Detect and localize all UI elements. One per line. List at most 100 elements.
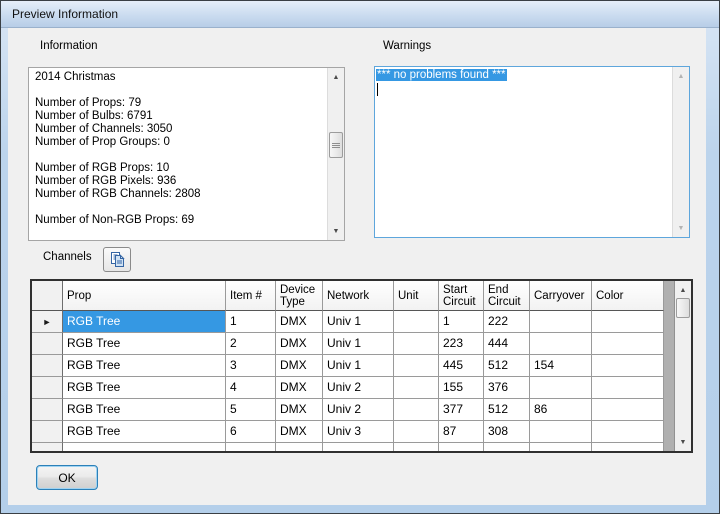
title-bar[interactable]: Preview Information xyxy=(1,1,719,28)
grid-cell[interactable] xyxy=(592,377,664,399)
grid-cell[interactable]: 512 xyxy=(484,355,530,377)
table-row xyxy=(32,443,664,453)
grid-cell[interactable]: 1 xyxy=(226,311,276,333)
grid-cell[interactable]: Univ 2 xyxy=(323,377,394,399)
grid-cell[interactable]: 1 xyxy=(439,311,484,333)
column-header[interactable]: Network xyxy=(323,281,394,311)
corner-header-cell[interactable] xyxy=(32,281,63,311)
information-scrollbar[interactable]: ▲ ▼ xyxy=(327,68,344,240)
grid-cell[interactable] xyxy=(592,443,664,453)
grid-cell[interactable]: 6 xyxy=(226,421,276,443)
grid-cell[interactable]: DMX xyxy=(276,399,323,421)
grid-cell[interactable] xyxy=(394,399,439,421)
grid-cell[interactable] xyxy=(394,421,439,443)
column-header[interactable]: Start Circuit xyxy=(439,281,484,311)
column-header[interactable]: Carryover xyxy=(530,281,592,311)
grid-cell[interactable]: RGB Tree xyxy=(63,311,226,333)
grid-cell[interactable] xyxy=(63,443,226,453)
grid-cell[interactable] xyxy=(484,443,530,453)
grid-cell[interactable]: Univ 1 xyxy=(323,311,394,333)
grid-cell[interactable] xyxy=(592,311,664,333)
grid-cell[interactable]: 308 xyxy=(484,421,530,443)
grid-cell[interactable] xyxy=(394,443,439,453)
grid-cell[interactable] xyxy=(394,355,439,377)
row-selector[interactable] xyxy=(32,355,63,377)
grid-cell[interactable]: RGB Tree xyxy=(63,377,226,399)
grid-cell[interactable]: Univ 1 xyxy=(323,355,394,377)
column-header[interactable]: Prop xyxy=(63,281,226,311)
column-header[interactable]: Unit xyxy=(394,281,439,311)
grid-cell[interactable]: 512 xyxy=(484,399,530,421)
warnings-scrollbar[interactable]: ▲ ▼ xyxy=(672,67,689,237)
grid-cell[interactable]: 223 xyxy=(439,333,484,355)
grid-cell[interactable]: 376 xyxy=(484,377,530,399)
grid-cell[interactable] xyxy=(530,443,592,453)
grid-cell[interactable]: 377 xyxy=(439,399,484,421)
scrollbar-thumb[interactable] xyxy=(676,298,690,318)
grid-cell[interactable] xyxy=(530,421,592,443)
grid-cell[interactable] xyxy=(592,355,664,377)
grid-cell[interactable]: DMX xyxy=(276,355,323,377)
column-header[interactable]: Device Type xyxy=(276,281,323,311)
grid-cell[interactable]: 222 xyxy=(484,311,530,333)
row-selector[interactable] xyxy=(32,399,63,421)
row-selector[interactable] xyxy=(32,377,63,399)
scroll-down-button[interactable]: ▼ xyxy=(328,223,344,239)
column-header[interactable]: Item # xyxy=(226,281,276,311)
warnings-textbox[interactable]: *** no problems found *** ▲ ▼ xyxy=(374,66,690,238)
scrollbar-thumb[interactable] xyxy=(329,132,343,158)
grid-cell[interactable]: 2 xyxy=(226,333,276,355)
grid-cell[interactable]: RGB Tree xyxy=(63,355,226,377)
text-caret xyxy=(377,83,378,96)
ok-button[interactable]: OK xyxy=(36,465,98,490)
grid-cell[interactable] xyxy=(530,377,592,399)
scroll-up-button[interactable]: ▲ xyxy=(328,69,344,85)
grid-cell[interactable] xyxy=(592,421,664,443)
grid-cell[interactable] xyxy=(226,443,276,453)
channels-grid[interactable]: PropItem #Device TypeNetworkUnitStart Ci… xyxy=(30,279,693,453)
grid-cell[interactable]: DMX xyxy=(276,421,323,443)
grid-cell[interactable]: RGB Tree xyxy=(63,333,226,355)
scroll-up-button[interactable]: ▲ xyxy=(673,68,689,84)
grid-cell[interactable]: 4 xyxy=(226,377,276,399)
grid-cell[interactable]: DMX xyxy=(276,311,323,333)
copy-button[interactable] xyxy=(103,247,131,272)
column-header[interactable]: End Circuit xyxy=(484,281,530,311)
scroll-up-button[interactable]: ▲ xyxy=(675,282,691,298)
grid-cell[interactable] xyxy=(592,333,664,355)
grid-cell[interactable]: 155 xyxy=(439,377,484,399)
grid-cell[interactable]: DMX xyxy=(276,333,323,355)
column-header[interactable]: Color xyxy=(592,281,664,311)
grid-cell[interactable]: 87 xyxy=(439,421,484,443)
selected-warning-text: *** no problems found *** xyxy=(376,69,507,81)
grid-cell[interactable]: 445 xyxy=(439,355,484,377)
grid-cell[interactable]: DMX xyxy=(276,377,323,399)
grid-vertical-scrollbar[interactable]: ▲ ▼ xyxy=(674,281,691,451)
grid-cell[interactable]: RGB Tree xyxy=(63,399,226,421)
grid-cell[interactable]: Univ 3 xyxy=(323,421,394,443)
grid-cell[interactable]: Univ 1 xyxy=(323,333,394,355)
grid-cell[interactable] xyxy=(276,443,323,453)
grid-cell[interactable]: 86 xyxy=(530,399,592,421)
row-selector[interactable]: ► xyxy=(32,311,63,333)
grid-cell[interactable] xyxy=(394,311,439,333)
row-selector[interactable] xyxy=(32,443,63,453)
grid-cell[interactable] xyxy=(439,443,484,453)
scroll-down-button[interactable]: ▼ xyxy=(673,220,689,236)
grid-cell[interactable]: RGB Tree xyxy=(63,421,226,443)
grid-cell[interactable]: 154 xyxy=(530,355,592,377)
grid-cell[interactable]: Univ 2 xyxy=(323,399,394,421)
grid-cell[interactable] xyxy=(394,377,439,399)
grid-cell[interactable] xyxy=(530,311,592,333)
information-textbox[interactable]: 2014 ChristmasNumber of Props: 79Number … xyxy=(28,67,345,241)
scroll-down-button[interactable]: ▼ xyxy=(675,434,691,450)
grid-cell[interactable]: 5 xyxy=(226,399,276,421)
grid-cell[interactable] xyxy=(530,333,592,355)
grid-cell[interactable] xyxy=(323,443,394,453)
row-selector[interactable] xyxy=(32,333,63,355)
row-selector[interactable] xyxy=(32,421,63,443)
grid-cell[interactable]: 3 xyxy=(226,355,276,377)
grid-cell[interactable]: 444 xyxy=(484,333,530,355)
grid-cell[interactable] xyxy=(592,399,664,421)
grid-cell[interactable] xyxy=(394,333,439,355)
